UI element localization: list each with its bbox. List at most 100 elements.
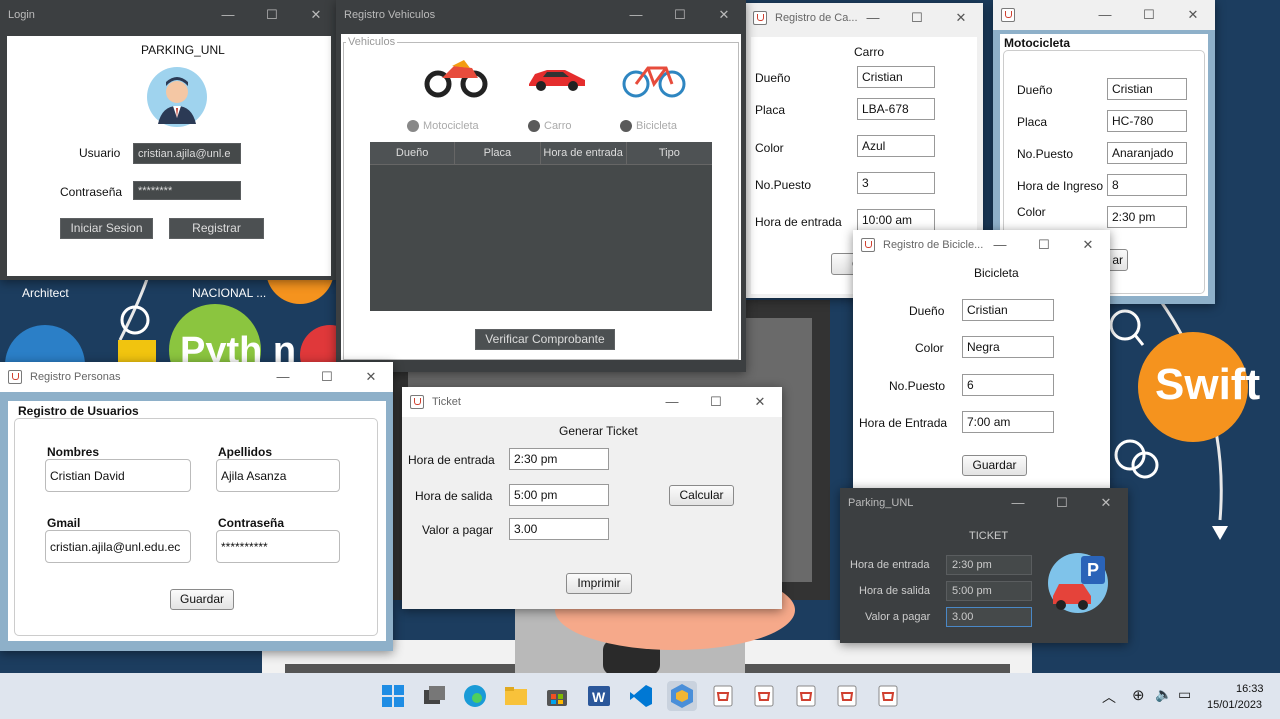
gmail-field[interactable]: cristian.ajila@unl.edu.ec xyxy=(45,530,191,563)
minimize-icon[interactable]: — xyxy=(978,230,1022,260)
maximize-icon[interactable]: ☐ xyxy=(1040,488,1084,518)
edge-icon[interactable] xyxy=(460,681,490,711)
personas-save-button[interactable]: Guardar xyxy=(170,589,234,610)
ticket-entrada-field[interactable]: 2:30 pm xyxy=(509,448,609,470)
ticket-salida-field[interactable]: 5:00 pm xyxy=(509,484,609,506)
verify-button[interactable]: Verificar Comprobante xyxy=(475,329,615,350)
radio-motocicleta[interactable]: Motocicleta xyxy=(407,120,479,133)
vscode-icon[interactable] xyxy=(626,681,656,711)
radio-bicicleta[interactable]: Bicicleta xyxy=(620,120,677,133)
carro-owner-field[interactable]: Cristian xyxy=(857,66,935,88)
title-bar[interactable]: Registro Personas — ☐ ✕ xyxy=(0,362,393,392)
language-icon[interactable]: ⊕ xyxy=(1132,686,1145,704)
password-field[interactable]: ******** xyxy=(133,181,241,200)
java-icon[interactable] xyxy=(873,681,903,711)
minimize-icon[interactable]: — xyxy=(1083,0,1127,30)
bici-color-field[interactable]: Negra xyxy=(962,336,1054,358)
title-bar[interactable]: Parking_UNL — ☐ ✕ xyxy=(840,488,1128,518)
bici-save-button[interactable]: Guardar xyxy=(962,455,1027,476)
clock-date[interactable]: 15/01/2023 xyxy=(1207,699,1262,711)
personas-panel: Registro de Usuarios Nombres Cristian Da… xyxy=(8,401,386,641)
title-bar[interactable]: Ticket — ☐ ✕ xyxy=(402,387,782,417)
tray-chevron-icon[interactable]: ︿ xyxy=(1102,687,1116,707)
column-header[interactable]: Hora de entrada xyxy=(541,142,627,164)
word-icon[interactable]: W xyxy=(584,681,614,711)
java-icon[interactable] xyxy=(708,681,738,711)
calculate-button[interactable]: Calcular xyxy=(669,485,734,506)
java-icon[interactable] xyxy=(749,681,779,711)
print-button[interactable]: Imprimir xyxy=(566,573,632,594)
contrasena-field[interactable]: ********** xyxy=(216,530,340,563)
battery-icon[interactable]: ▭ xyxy=(1178,686,1191,703)
moto-slot-field[interactable]: Anaranjado xyxy=(1107,142,1187,164)
bici-time-field[interactable]: 7:00 am xyxy=(962,411,1054,433)
close-icon[interactable]: ✕ xyxy=(1171,0,1215,30)
minimize-icon[interactable]: — xyxy=(614,0,658,30)
maximize-icon[interactable]: ☐ xyxy=(658,0,702,30)
volume-icon[interactable]: 🔈 xyxy=(1155,686,1172,703)
register-button[interactable]: Registrar xyxy=(169,218,264,239)
login-button[interactable]: Iniciar Sesion xyxy=(60,218,153,239)
carro-time-field[interactable]: 10:00 am xyxy=(857,209,935,231)
close-icon[interactable]: ✕ xyxy=(939,3,983,33)
desktop-icon-label[interactable]: Architect xyxy=(22,286,69,300)
close-icon[interactable]: ✕ xyxy=(1084,488,1128,518)
desktop-icon-label[interactable]: NACIONAL ... xyxy=(192,286,266,300)
close-icon[interactable]: ✕ xyxy=(738,387,782,417)
moto-time-field[interactable]: 8 xyxy=(1107,174,1187,196)
maximize-icon[interactable]: ☐ xyxy=(895,3,939,33)
ticket-valor-field[interactable]: 3.00 xyxy=(509,518,609,540)
parking-valor-field[interactable]: 3.00 xyxy=(946,607,1032,627)
bici-owner-field[interactable]: Cristian xyxy=(962,299,1054,321)
close-icon[interactable]: ✕ xyxy=(702,0,746,30)
title-bar[interactable]: Registro Vehiculos — ☐ ✕ xyxy=(336,0,746,30)
clock-time[interactable]: 16:33 xyxy=(1236,683,1264,695)
radio-carro[interactable]: Carro xyxy=(528,120,572,133)
parking-valor-label: Valor a pagar xyxy=(865,611,931,623)
carro-plate-field[interactable]: LBA-678 xyxy=(857,98,935,120)
java-icon[interactable] xyxy=(791,681,821,711)
bici-time-label: Hora de Entrada xyxy=(859,416,948,430)
column-header[interactable]: Dueño xyxy=(370,142,456,164)
moto-color-field[interactable]: 2:30 pm xyxy=(1107,206,1187,228)
maximize-icon[interactable]: ☐ xyxy=(1127,0,1171,30)
parking-badge-letter: P xyxy=(1087,560,1099,580)
maximize-icon[interactable]: ☐ xyxy=(305,362,349,392)
title-bar[interactable]: Registro de Ca... — ☐ ✕ xyxy=(745,3,983,33)
close-icon[interactable]: ✕ xyxy=(294,0,338,30)
parking-salida-field[interactable]: 5:00 pm xyxy=(946,581,1032,601)
store-icon[interactable] xyxy=(542,681,572,711)
maximize-icon[interactable]: ☐ xyxy=(694,387,738,417)
java-icon[interactable] xyxy=(832,681,862,711)
title-bar[interactable]: Login — ☐ ✕ xyxy=(0,0,338,30)
minimize-icon[interactable]: — xyxy=(650,387,694,417)
moto-owner-field[interactable]: Cristian xyxy=(1107,78,1187,100)
close-icon[interactable]: ✕ xyxy=(1066,230,1110,260)
minimize-icon[interactable]: — xyxy=(261,362,305,392)
column-header[interactable]: Placa xyxy=(455,142,541,164)
carro-slot-field[interactable]: 3 xyxy=(857,172,935,194)
minimize-icon[interactable]: — xyxy=(851,3,895,33)
bici-slot-field[interactable]: 6 xyxy=(962,374,1054,396)
nombres-field[interactable]: Cristian David xyxy=(45,459,191,492)
carro-color-field[interactable]: Azul xyxy=(857,135,935,157)
moto-owner-label: Dueño xyxy=(1017,83,1053,97)
apellidos-field[interactable]: Ajila Asanza xyxy=(216,459,340,492)
parking-entrada-field[interactable]: 2:30 pm xyxy=(946,555,1032,575)
windows-start-icon[interactable] xyxy=(378,681,408,711)
bicicleta-window: Registro de Bicicle... — ☐ ✕ Bicicleta Due… xyxy=(853,230,1110,492)
maximize-icon[interactable]: ☐ xyxy=(250,0,294,30)
title-bar[interactable]: — ☐ ✕ xyxy=(993,0,1215,30)
usuario-field[interactable]: cristian.ajila@unl.e xyxy=(133,143,241,164)
close-icon[interactable]: ✕ xyxy=(349,362,393,392)
task-view-icon[interactable] xyxy=(419,681,449,711)
column-header[interactable]: Tipo xyxy=(627,142,712,164)
title-bar[interactable]: Registro de Bicicle... — ☐ ✕ xyxy=(853,230,1110,260)
netbeans-icon[interactable] xyxy=(667,681,697,711)
file-explorer-icon[interactable] xyxy=(501,681,531,711)
maximize-icon[interactable]: ☐ xyxy=(1022,230,1066,260)
moto-plate-field[interactable]: HC-780 xyxy=(1107,110,1187,132)
vehiculos-table[interactable]: Dueño Placa Hora de entrada Tipo xyxy=(370,142,712,311)
minimize-icon[interactable]: — xyxy=(206,0,250,30)
minimize-icon[interactable]: — xyxy=(996,488,1040,518)
